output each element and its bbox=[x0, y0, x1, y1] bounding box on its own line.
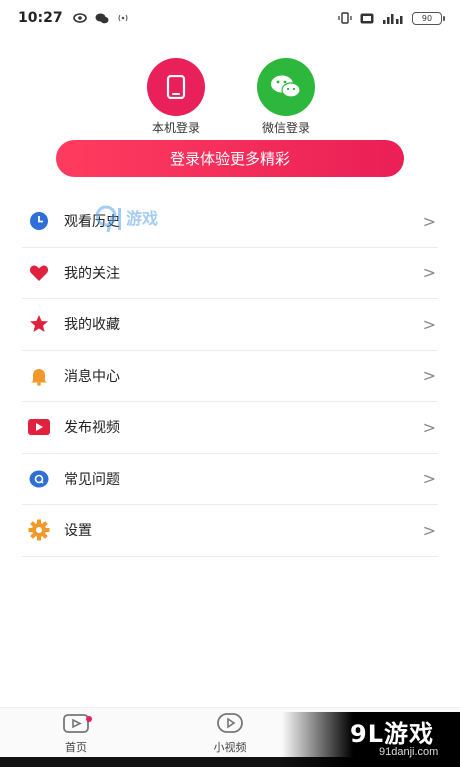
hd-icon bbox=[360, 13, 374, 23]
menu-item-label: 消息中心 bbox=[64, 368, 120, 385]
star-icon bbox=[28, 313, 50, 335]
profile-menu: 观看历史 > 我的关注 > 我的收藏 > 消息中心 > 发布视频 > 常见问题 … bbox=[22, 196, 438, 557]
short-video-icon bbox=[217, 713, 243, 733]
menu-item-label: 发布视频 bbox=[64, 420, 120, 437]
chevron-right-icon: > bbox=[422, 417, 436, 437]
local-login-button[interactable]: 本机登录 bbox=[131, 58, 221, 136]
wechat-icon bbox=[271, 75, 301, 98]
menu-item-publish-video[interactable]: 发布视频 > bbox=[22, 402, 438, 454]
notification-dot bbox=[86, 716, 92, 722]
wechat-login-circle[interactable] bbox=[257, 58, 315, 116]
local-login-circle[interactable] bbox=[147, 58, 205, 116]
tab-home[interactable]: 首页 bbox=[46, 712, 106, 755]
chevron-right-icon: > bbox=[422, 520, 436, 540]
menu-item-label: 我的关注 bbox=[64, 265, 120, 282]
status-time: 10:27 bbox=[18, 10, 63, 26]
watermark-site: 91danji.com bbox=[379, 746, 439, 758]
wechat-login-label: 微信登录 bbox=[261, 121, 310, 135]
chevron-right-icon: > bbox=[422, 469, 436, 489]
login-experience-button[interactable]: 登录体验更多精彩 bbox=[56, 140, 404, 177]
watermark-logo: 游戏 bbox=[95, 202, 162, 236]
bell-icon bbox=[28, 365, 50, 387]
tab-short-video[interactable]: 小视频 bbox=[200, 712, 260, 755]
eye-icon bbox=[72, 13, 87, 23]
clock-icon bbox=[28, 210, 50, 232]
menu-item-label: 我的收藏 bbox=[64, 317, 120, 334]
chevron-right-icon: > bbox=[422, 211, 436, 231]
heart-icon bbox=[28, 262, 50, 284]
network-signal-icon bbox=[383, 14, 403, 24]
menu-item-label: 设置 bbox=[64, 523, 92, 540]
phone-icon bbox=[166, 75, 186, 99]
question-icon bbox=[28, 468, 50, 490]
chevron-right-icon: > bbox=[422, 263, 436, 283]
menu-item-settings[interactable]: 设置 > bbox=[22, 505, 438, 557]
gear-icon bbox=[28, 519, 50, 541]
chevron-right-icon: > bbox=[422, 366, 436, 386]
home-play-icon bbox=[63, 714, 89, 733]
tab-home-label: 首页 bbox=[65, 741, 87, 754]
menu-item-label: 常见问题 bbox=[64, 471, 120, 488]
signal-wave-icon bbox=[118, 14, 128, 22]
login-options: 本机登录 微信登录 bbox=[0, 58, 460, 135]
menu-item-faq[interactable]: 常见问题 > bbox=[22, 454, 438, 505]
vibrate-icon bbox=[338, 12, 352, 24]
play-icon bbox=[28, 416, 50, 438]
status-bar: 10:27 90 bbox=[0, 0, 460, 36]
tab-short-video-label: 小视频 bbox=[213, 741, 247, 754]
watermark-brand: 9L游戏 bbox=[350, 720, 434, 748]
wechat-login-button[interactable]: 微信登录 bbox=[241, 58, 331, 136]
menu-item-my-favorites[interactable]: 我的收藏 > bbox=[22, 299, 438, 351]
battery-indicator: 90 bbox=[412, 11, 445, 25]
local-login-label: 本机登录 bbox=[151, 121, 200, 135]
menu-item-message-center[interactable]: 消息中心 > bbox=[22, 351, 438, 402]
menu-item-watch-history[interactable]: 观看历史 > bbox=[22, 196, 438, 248]
wechat-status-icon bbox=[95, 13, 109, 23]
watermark-list-text: 游戏 bbox=[126, 209, 158, 228]
menu-item-my-follows[interactable]: 我的关注 > bbox=[22, 248, 438, 299]
chevron-right-icon: > bbox=[422, 314, 436, 334]
status-right-icons: 90 bbox=[338, 11, 445, 25]
status-left-icons bbox=[72, 13, 129, 24]
